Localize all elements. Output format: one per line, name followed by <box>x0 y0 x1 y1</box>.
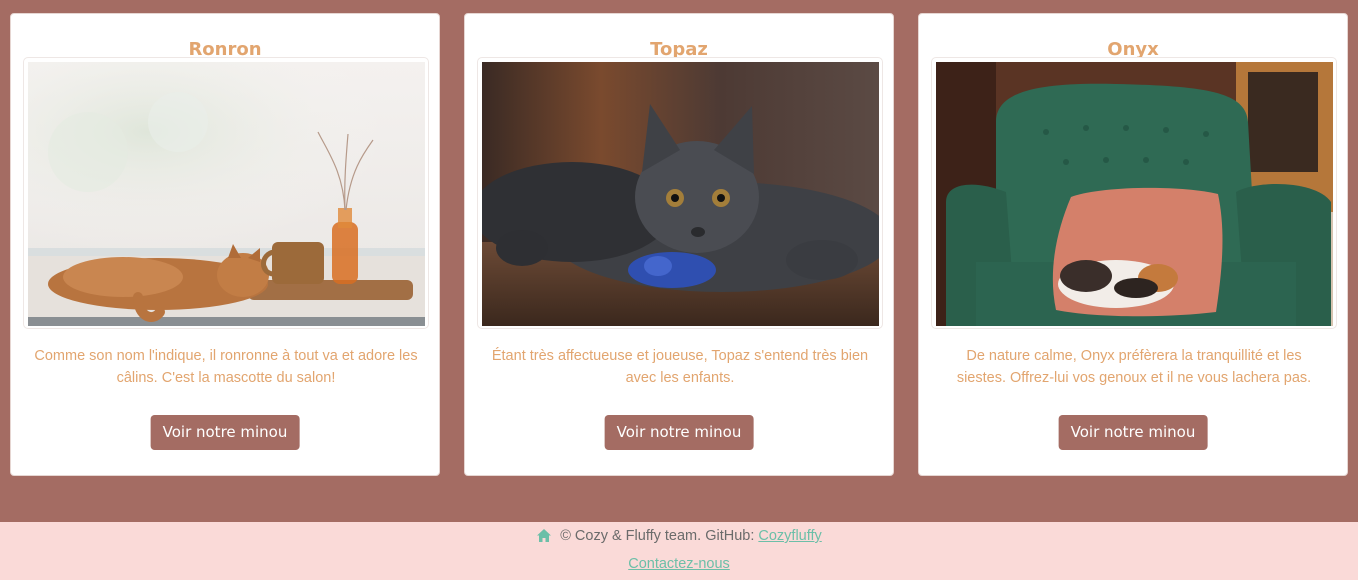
cat-photo-frame <box>23 57 429 329</box>
see-cat-button[interactable]: Voir notre minou <box>150 415 300 450</box>
footer-credit-text: © Cozy & Fluffy team. GitHub: <box>560 528 759 544</box>
home-icon[interactable] <box>536 528 552 549</box>
footer-credit: © Cozy & Fluffy team. GitHub: Cozyfluffy <box>0 526 1358 549</box>
cat-photo <box>936 62 1333 326</box>
card-description: Comme son nom l'indique, il ronronne à t… <box>34 348 418 386</box>
cat-cards-section: Ronron Comme son nom l'indique, il ronro… <box>0 0 1358 522</box>
contact-link[interactable]: Contactez-nous <box>628 556 730 572</box>
see-cat-button[interactable]: Voir notre minou <box>604 415 754 450</box>
cat-photo <box>482 62 879 326</box>
cat-card-topaz: Topaz Étant très affectueuse et joueuse,… <box>464 13 894 476</box>
cat-photo-frame <box>931 57 1337 329</box>
cat-photo-frame <box>477 57 883 329</box>
card-description: Étant très affectueuse et joueuse, Topaz… <box>491 348 869 386</box>
card-description: De nature calme, Onyx préfèrera la tranq… <box>956 348 1312 386</box>
footer: © Cozy & Fluffy team. GitHub: Cozyfluffy… <box>0 522 1358 580</box>
see-cat-button[interactable]: Voir notre minou <box>1058 415 1208 450</box>
github-link[interactable]: Cozyfluffy <box>758 528 821 544</box>
cat-photo <box>28 62 425 326</box>
cat-card-ronron: Ronron Comme son nom l'indique, il ronro… <box>10 13 440 476</box>
cat-card-onyx: Onyx De nature calme, Onyx préfèrera la … <box>918 13 1348 476</box>
